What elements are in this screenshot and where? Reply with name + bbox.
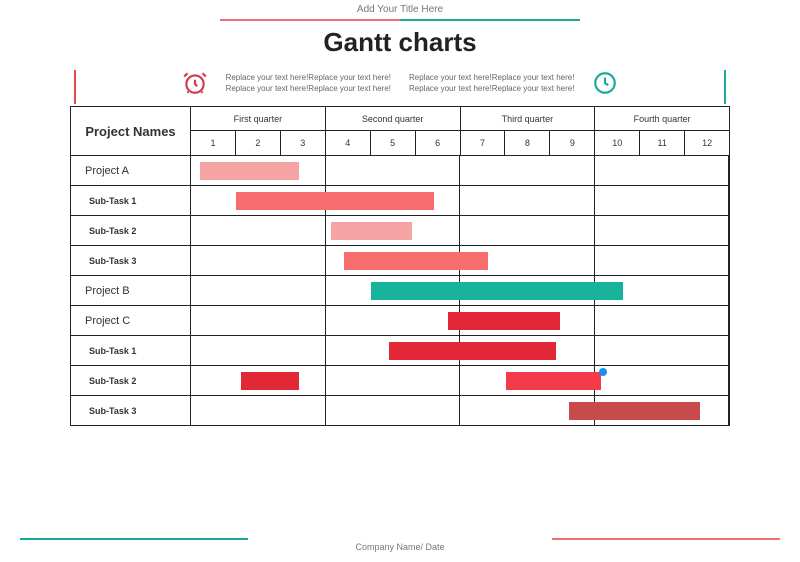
gantt-bar (371, 282, 623, 300)
info-row: Replace your text here!Replace your text… (80, 70, 720, 96)
quarter-cell (191, 216, 326, 245)
table-row: Sub-Task 1 (71, 185, 729, 215)
row-cells (191, 276, 729, 305)
gantt-bar (344, 252, 488, 270)
project-names-header: Project Names (71, 107, 191, 155)
quarter-cell (326, 366, 461, 395)
gantt-bar (331, 222, 412, 240)
quarter-cell (460, 216, 595, 245)
main-title: Gantt charts (0, 27, 800, 58)
small-title: Add Your Title Here (0, 4, 800, 15)
month-label: 3 (281, 131, 326, 155)
quarter-cell (326, 396, 461, 425)
quarter-cell (191, 276, 326, 305)
gantt-bar (200, 162, 299, 180)
table-row: Project A (71, 155, 729, 185)
quarter-cell (595, 306, 730, 335)
alarm-clock-icon (182, 70, 208, 96)
row-label: Project A (71, 156, 191, 185)
info-text-line: Replace your text here!Replace your text… (226, 72, 391, 83)
row-label: Sub-Task 3 (71, 246, 191, 275)
quarter-cell (595, 336, 730, 365)
quarter-cell (326, 156, 461, 185)
gantt-table: Project Names First quarterSecond quarte… (70, 106, 730, 426)
month-label: 9 (550, 131, 595, 155)
month-label: 10 (595, 131, 640, 155)
row-cells (191, 396, 729, 425)
bottom-divider (20, 538, 780, 540)
quarter-cell (460, 186, 595, 215)
quarter-cell (191, 306, 326, 335)
table-row: Sub-Task 3 (71, 245, 729, 275)
quarter-cell (326, 306, 461, 335)
table-row: Sub-Task 2 (71, 215, 729, 245)
month-label: 2 (236, 131, 281, 155)
table-row: Sub-Task 3 (71, 395, 729, 425)
table-row: Sub-Task 2 (71, 365, 729, 395)
quarter-cell (595, 216, 730, 245)
quarter-cell (595, 366, 730, 395)
row-cells (191, 306, 729, 335)
quarter-label: Second quarter (326, 107, 461, 130)
month-label: 5 (371, 131, 416, 155)
header-row: Project Names First quarterSecond quarte… (71, 107, 729, 155)
month-label: 12 (685, 131, 729, 155)
quarter-cell (191, 336, 326, 365)
row-label: Sub-Task 1 (71, 336, 191, 365)
accent-bar-right (724, 70, 726, 104)
row-cells (191, 216, 729, 245)
row-label: Sub-Task 3 (71, 396, 191, 425)
top-divider (220, 19, 580, 21)
gantt-bar (506, 372, 601, 390)
month-label: 7 (461, 131, 506, 155)
quarter-cell (460, 156, 595, 185)
quarter-label: Fourth quarter (595, 107, 729, 130)
row-label: Sub-Task 2 (71, 366, 191, 395)
clock-icon (592, 70, 618, 96)
gantt-bar (569, 402, 700, 420)
row-cells (191, 336, 729, 365)
info-text-line: Replace your text here!Replace your text… (409, 83, 574, 94)
row-label: Project C (71, 306, 191, 335)
month-label: 11 (640, 131, 685, 155)
row-label: Project B (71, 276, 191, 305)
gantt-bar (389, 342, 556, 360)
table-row: Project C (71, 305, 729, 335)
info-text-line: Replace your text here!Replace your text… (409, 72, 574, 83)
quarter-cell (595, 246, 730, 275)
row-label: Sub-Task 1 (71, 186, 191, 215)
row-cells (191, 366, 729, 395)
quarter-cell (595, 156, 730, 185)
quarter-label: First quarter (191, 107, 326, 130)
info-text-left-col: Replace your text here!Replace your text… (226, 72, 391, 94)
info-text-right-col: Replace your text here!Replace your text… (409, 72, 574, 94)
accent-bar-left (74, 70, 76, 104)
table-row: Project B (71, 275, 729, 305)
month-label: 6 (416, 131, 461, 155)
month-label: 1 (191, 131, 236, 155)
gantt-bar (236, 192, 434, 210)
row-label: Sub-Task 2 (71, 216, 191, 245)
month-label: 4 (326, 131, 371, 155)
gantt-bar (448, 312, 561, 330)
table-row: Sub-Task 1 (71, 335, 729, 365)
marker-dot (599, 368, 607, 376)
quarter-cell (595, 186, 730, 215)
month-label: 8 (505, 131, 550, 155)
footer-text: Company Name/ Date (0, 542, 800, 552)
quarter-label: Third quarter (461, 107, 596, 130)
row-cells (191, 246, 729, 275)
row-cells (191, 186, 729, 215)
quarter-cell (191, 246, 326, 275)
gantt-bar (241, 372, 300, 390)
quarter-cell (191, 396, 326, 425)
row-cells (191, 156, 729, 185)
info-text-line: Replace your text here!Replace your text… (226, 83, 391, 94)
